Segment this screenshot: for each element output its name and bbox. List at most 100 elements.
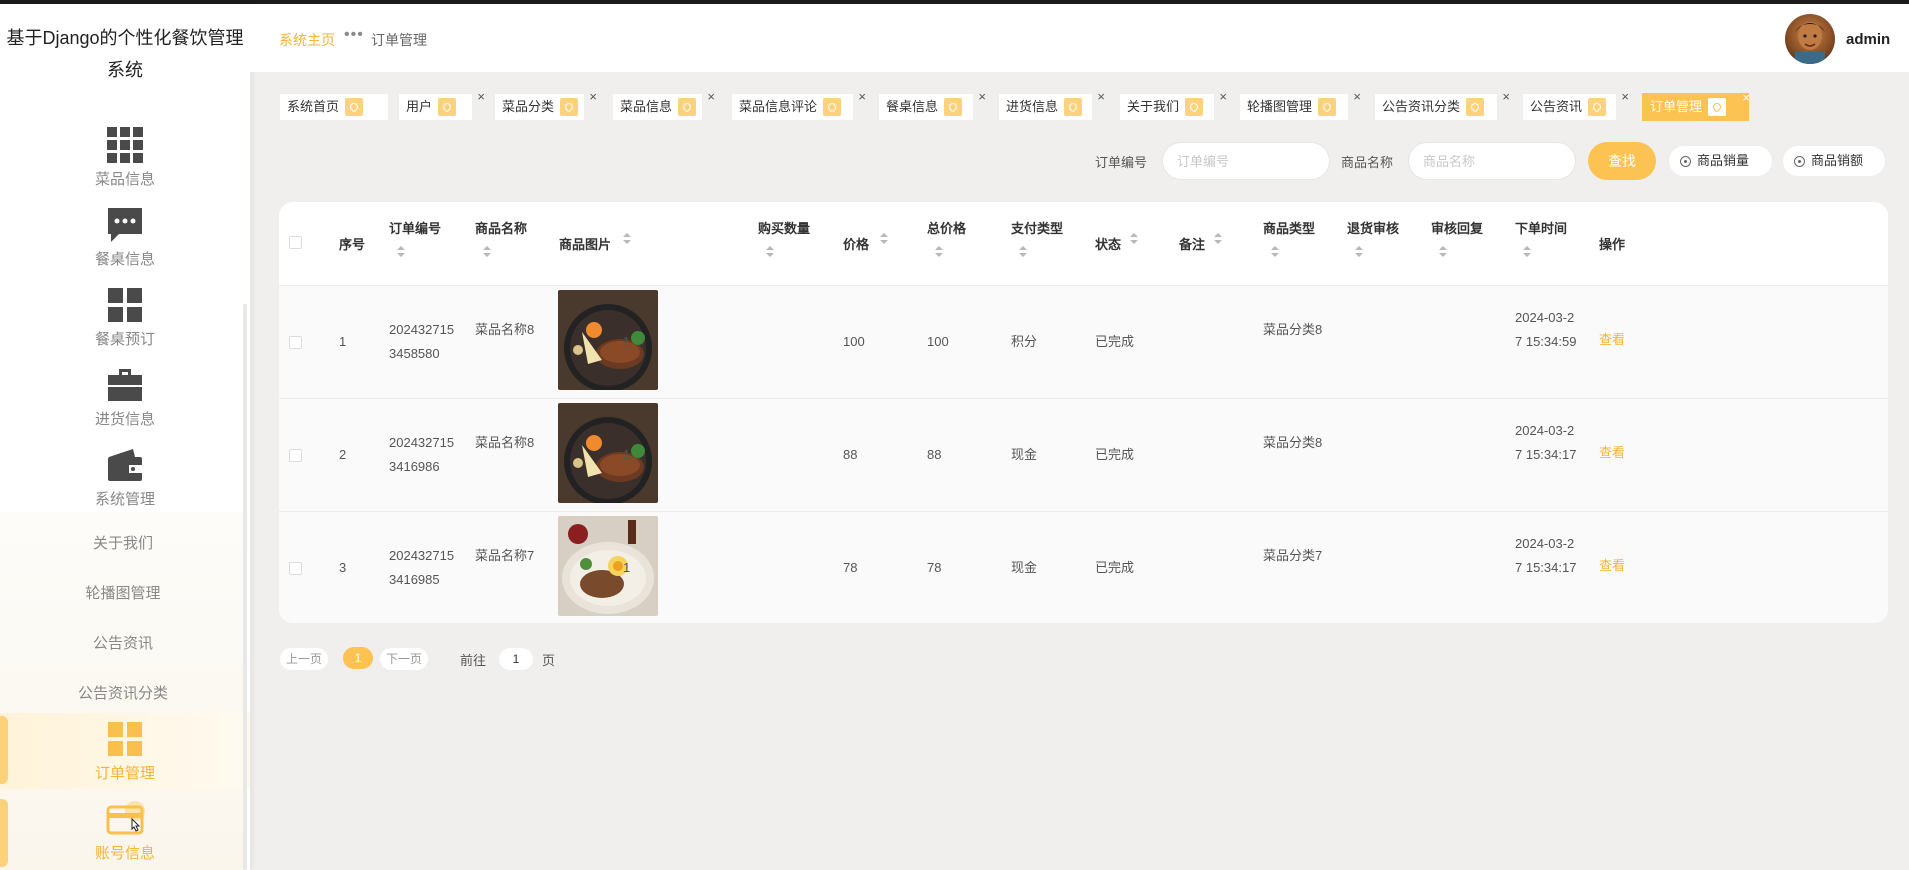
table-row: 2 2024327153416986 菜品名称8 1 88 88 现金 已完成 … <box>279 399 1888 512</box>
sidebar-item-news-category[interactable]: 公告资讯分类 <box>0 682 246 703</box>
close-icon[interactable]: × <box>1353 84 1361 110</box>
sidebar-item-news[interactable]: 公告资讯 <box>0 632 246 653</box>
tab-purchase-info[interactable]: 进货信息 × <box>998 89 1105 121</box>
close-icon[interactable]: × <box>858 84 866 110</box>
page-suffix: 页 <box>542 653 556 668</box>
sort-icon[interactable] <box>1355 246 1363 258</box>
cell-index: 3 <box>339 560 347 575</box>
breadcrumb-home[interactable]: 系统主页 <box>279 30 335 50</box>
table-row: 3 2024327153416985 菜品名称7 1 78 78 现金 已完成 … <box>279 512 1888 623</box>
view-link[interactable]: 查看 <box>1599 554 1625 578</box>
tab-orders[interactable]: 订单管理 × <box>1642 90 1750 121</box>
tab-label: 关于我们 <box>1127 99 1180 114</box>
sort-icon[interactable] <box>1130 233 1138 245</box>
sales-amount-button[interactable]: 商品销额 <box>1782 145 1886 177</box>
tab-news[interactable]: 公告资讯 × <box>1522 89 1629 121</box>
page-number-current[interactable]: 1 <box>343 647 373 669</box>
sort-icon[interactable] <box>623 233 631 245</box>
tab-news-category[interactable]: 公告资讯分类 × <box>1374 89 1510 121</box>
cell-order-time: 2024-03-27 15:34:59 <box>1515 310 1577 349</box>
sidebar-item-account[interactable]: 账号信息 <box>0 799 250 863</box>
select-all-checkbox[interactable] <box>289 236 302 249</box>
sidebar-item-reservations[interactable]: 餐桌预订 <box>0 285 250 349</box>
close-icon[interactable]: × <box>1742 85 1750 111</box>
briefcase-icon <box>108 369 142 401</box>
sort-icon[interactable] <box>1214 233 1222 245</box>
tab-label: 轮播图管理 <box>1247 99 1313 114</box>
tab-label: 进货信息 <box>1006 99 1059 114</box>
orders-table: 序号 订单编号 商品名称 商品图片 购买数量 价格 总价格 支付类型 状态 备注… <box>279 202 1888 623</box>
close-icon[interactable]: × <box>1502 84 1510 110</box>
tag-icon <box>944 97 963 116</box>
next-page-button[interactable]: 下一页 <box>380 648 429 670</box>
sidebar-item-purchases[interactable]: 进货信息 <box>0 365 250 429</box>
view-link[interactable]: 查看 <box>1599 441 1625 465</box>
product-image[interactable] <box>558 516 658 616</box>
sidebar-scrollbar[interactable] <box>243 304 247 870</box>
row-checkbox[interactable] <box>289 562 302 575</box>
view-link[interactable]: 查看 <box>1599 328 1625 352</box>
product-image[interactable] <box>558 290 658 390</box>
close-icon[interactable]: × <box>1097 84 1105 110</box>
goto-label: 前往 <box>460 653 487 668</box>
sort-icon[interactable] <box>880 233 888 245</box>
sort-icon[interactable] <box>766 246 774 258</box>
sort-icon[interactable] <box>935 246 943 258</box>
tab-label: 公告资讯 <box>1530 99 1583 114</box>
tab-label: 菜品分类 <box>502 99 555 114</box>
active-indicator <box>0 716 8 784</box>
card-icon <box>106 801 145 835</box>
tab-table-info[interactable]: 餐桌信息 × <box>878 89 986 121</box>
tag-icon <box>438 97 457 116</box>
tab-dish-comments[interactable]: 菜品信息评论 × <box>731 89 866 121</box>
cell-product-name: 菜品名称8 <box>475 322 535 337</box>
user-name[interactable]: admin <box>1846 31 1890 48</box>
cell-status: 已完成 <box>1095 334 1135 349</box>
product-name-input[interactable] <box>1408 142 1576 180</box>
close-icon[interactable]: × <box>1621 84 1629 110</box>
tag-icon <box>345 97 364 116</box>
tab-about[interactable]: 关于我们 × <box>1119 89 1227 121</box>
tab-dish-info[interactable]: 菜品信息 × <box>612 89 715 121</box>
tab-home[interactable]: 系统首页 <box>279 93 389 121</box>
sidebar-item-carousel[interactable]: 轮播图管理 <box>0 582 246 603</box>
close-icon[interactable]: × <box>1219 84 1227 110</box>
close-icon[interactable]: × <box>707 84 715 110</box>
tab-label: 餐桌信息 <box>886 99 939 114</box>
sort-icon[interactable] <box>1271 246 1279 258</box>
prev-page-button[interactable]: 上一页 <box>280 648 329 670</box>
chart-icon <box>1794 156 1805 167</box>
close-icon[interactable]: × <box>477 84 485 110</box>
search-button[interactable]: 查找 <box>1588 142 1656 180</box>
sidebar-item-system[interactable]: 系统管理 <box>0 445 250 509</box>
tab-label: 订单管理 <box>1650 99 1703 114</box>
sidebar-item-dishes[interactable]: 菜品信息 <box>0 125 250 189</box>
product-image[interactable] <box>558 403 658 503</box>
sort-icon[interactable] <box>1523 246 1531 258</box>
sidebar-item-orders[interactable]: 订单管理 <box>0 713 250 789</box>
sales-volume-button[interactable]: 商品销量 <box>1668 145 1773 177</box>
tab-dish-category[interactable]: 菜品分类 × <box>494 89 597 121</box>
sort-icon[interactable] <box>397 246 405 258</box>
avatar[interactable] <box>1785 14 1835 64</box>
cell-product-type: 菜品分类8 <box>1263 435 1323 450</box>
sidebar-item-about[interactable]: 关于我们 <box>0 532 246 553</box>
close-icon[interactable]: × <box>978 84 986 110</box>
avatar-portrait <box>1795 22 1825 64</box>
row-checkbox[interactable] <box>289 336 302 349</box>
cell-total: 78 <box>927 560 942 575</box>
goto-page-input[interactable] <box>499 648 533 670</box>
close-icon[interactable]: × <box>589 84 597 110</box>
grid-4-icon <box>108 288 142 322</box>
order-no-input[interactable] <box>1162 142 1330 180</box>
sidebar-item-tables[interactable]: 餐桌信息 <box>0 205 250 269</box>
sort-icon[interactable] <box>1439 246 1447 258</box>
tab-users[interactable]: 用户 × <box>398 89 485 121</box>
cell-price: 78 <box>843 560 858 575</box>
tab-carousel[interactable]: 轮播图管理 × <box>1239 89 1361 121</box>
sort-icon[interactable] <box>1019 246 1027 258</box>
sidebar: 基于Django的个性化餐饮管理系统 菜品信息 餐桌信息 餐桌预订 进货信息 系… <box>0 4 250 870</box>
sort-icon[interactable] <box>483 246 491 258</box>
cell-product-name: 菜品名称8 <box>475 435 535 450</box>
row-checkbox[interactable] <box>289 449 302 462</box>
